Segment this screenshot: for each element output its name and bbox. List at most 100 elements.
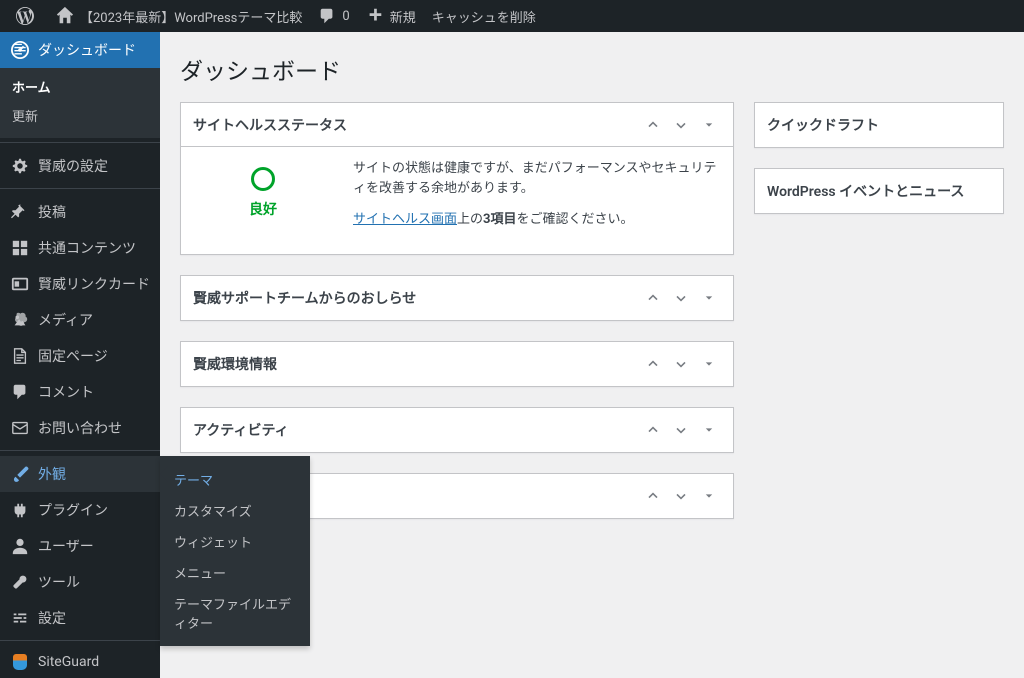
toggle-button[interactable] — [697, 352, 721, 376]
menu-keni-linkcard[interactable]: 賢威リンクカード — [0, 266, 160, 302]
postbox-events-news: WordPress イベントとニュース — [754, 168, 1004, 214]
move-up-button[interactable] — [641, 113, 665, 137]
toggle-button[interactable] — [697, 286, 721, 310]
comments-link[interactable]: 0 — [310, 0, 357, 32]
flyout-menus[interactable]: メニュー — [160, 557, 310, 588]
menu-label: 賢威リンクカード — [38, 274, 150, 294]
postbox-actions — [641, 484, 721, 508]
postbox-actions — [641, 352, 721, 376]
site-title: 【2023年最新】WordPressテーマ比較 — [80, 7, 302, 26]
page-title: ダッシュボード — [180, 52, 1004, 86]
flyout-theme-editor[interactable]: テーマファイルエディター — [160, 588, 310, 638]
move-up-button[interactable] — [641, 418, 665, 442]
postbox-header: サイトヘルスステータス — [181, 103, 733, 147]
postbox-activity: アクティビティ — [180, 407, 734, 453]
comment-icon — [318, 7, 336, 25]
menu-plugins[interactable]: プラグイン — [0, 492, 160, 528]
menu-contact[interactable]: お問い合わせ — [0, 410, 160, 446]
menu-common-contents[interactable]: 共通コンテンツ — [0, 230, 160, 266]
postbox-keni-env: 賢威環境情報 — [180, 341, 734, 387]
submenu-dashboard: ホーム 更新 — [0, 68, 160, 138]
wp-logo[interactable] — [8, 0, 48, 32]
postbox-header: 賢威環境情報 — [181, 342, 733, 386]
cache-clear-link[interactable]: キャッシュを削除 — [424, 0, 544, 32]
postbox-header: アクティビティ — [181, 408, 733, 452]
menu-siteguard[interactable]: SiteGuard — [0, 646, 160, 678]
admin-bar: 【2023年最新】WordPressテーマ比較 0 新規 キャッシュを削除 — [0, 0, 1024, 32]
move-up-button[interactable] — [641, 286, 665, 310]
admin-sidebar: ダッシュボード ホーム 更新 賢威の設定 投稿 共通コンテンツ 賢威リンクカード… — [0, 32, 160, 678]
menu-keni-settings[interactable]: 賢威の設定 — [0, 148, 160, 184]
plugin-icon — [10, 501, 30, 519]
submenu-updates[interactable]: 更新 — [0, 101, 160, 130]
move-down-button[interactable] — [669, 113, 693, 137]
postbox-title: クイックドラフト — [767, 115, 991, 135]
move-down-button[interactable] — [669, 484, 693, 508]
move-down-button[interactable] — [669, 352, 693, 376]
flyout-themes[interactable]: テーマ — [160, 464, 310, 495]
postbox-site-health: サイトヘルスステータス 良好 サイトの状態は健康ですが、まだパフォーマンスやセキ… — [180, 102, 734, 255]
submenu-home[interactable]: ホーム — [0, 72, 160, 101]
toggle-button[interactable] — [697, 113, 721, 137]
comment-count: 0 — [342, 9, 349, 24]
menu-users[interactable]: ユーザー — [0, 528, 160, 564]
postbox-title: WordPress イベントとニュース — [767, 181, 991, 201]
menu-posts[interactable]: 投稿 — [0, 194, 160, 230]
flyout-appearance: テーマ カスタマイズ ウィジェット メニュー テーマファイルエディター — [160, 456, 310, 646]
toggle-button[interactable] — [697, 484, 721, 508]
wordpress-icon — [16, 7, 34, 25]
menu-label: 設定 — [38, 608, 150, 628]
site-home-link[interactable]: 【2023年最新】WordPressテーマ比較 — [48, 0, 310, 32]
siteguard-icon — [10, 654, 30, 670]
postbox-actions — [641, 113, 721, 137]
menu-comments[interactable]: コメント — [0, 374, 160, 410]
menu-tools[interactable]: ツール — [0, 564, 160, 600]
menu-separator — [0, 636, 160, 641]
menu-settings[interactable]: 設定 — [0, 600, 160, 636]
pin-icon — [10, 203, 30, 221]
postbox-title: 賢威環境情報 — [193, 354, 641, 374]
site-health-link[interactable]: サイトヘルス画面 — [353, 212, 457, 227]
card-icon — [10, 275, 30, 293]
menu-label: 外観 — [38, 464, 150, 484]
postbox-title: 賢威サポートチームからのおしらせ — [193, 288, 641, 308]
page-icon — [10, 347, 30, 365]
flyout-customize[interactable]: カスタマイズ — [160, 495, 310, 526]
move-up-button[interactable] — [641, 484, 665, 508]
media-icon — [10, 311, 30, 329]
menu-label: ダッシュボード — [38, 40, 150, 60]
new-label: 新規 — [390, 7, 416, 26]
move-down-button[interactable] — [669, 418, 693, 442]
health-text: サイトの状態は健康ですが、まだパフォーマンスやセキュリティを改善する余地がありま… — [353, 159, 721, 242]
flyout-widgets[interactable]: ウィジェット — [160, 526, 310, 557]
move-down-button[interactable] — [669, 286, 693, 310]
menu-label: 投稿 — [38, 202, 150, 222]
toggle-button[interactable] — [697, 418, 721, 442]
postbox-header: 賢威サポートチームからのおしらせ — [181, 276, 733, 320]
cache-label: キャッシュを削除 — [432, 7, 536, 26]
menu-dashboard[interactable]: ダッシュボード — [0, 32, 160, 68]
menu-label: SiteGuard — [38, 654, 150, 670]
sliders-icon — [10, 609, 30, 627]
menu-pages[interactable]: 固定ページ — [0, 338, 160, 374]
column-right: クイックドラフト WordPress イベントとニュース — [754, 102, 1004, 539]
health-link-line: サイトヘルス画面上の3項目をご確認ください。 — [353, 210, 721, 230]
gear-icon — [10, 157, 30, 175]
menu-appearance[interactable]: 外観 テーマ カスタマイズ ウィジェット メニュー テーマファイルエディター — [0, 456, 160, 492]
mail-icon — [10, 419, 30, 437]
site-health-body: 良好 サイトの状態は健康ですが、まだパフォーマンスやセキュリティを改善する余地が… — [181, 147, 733, 254]
menu-media[interactable]: メディア — [0, 302, 160, 338]
new-content-link[interactable]: 新規 — [358, 0, 424, 32]
postbox-actions — [641, 418, 721, 442]
postbox-header: WordPress イベントとニュース — [755, 169, 1003, 213]
menu-separator — [0, 138, 160, 143]
postbox-keni-support: 賢威サポートチームからのおしらせ — [180, 275, 734, 321]
health-description: サイトの状態は健康ですが、まだパフォーマンスやセキュリティを改善する余地がありま… — [353, 159, 721, 198]
plus-icon — [366, 7, 384, 25]
menu-label: 賢威の設定 — [38, 156, 150, 176]
menu-label: ツール — [38, 572, 150, 592]
postbox-title: アクティビティ — [193, 420, 641, 440]
user-icon — [10, 537, 30, 555]
move-up-button[interactable] — [641, 352, 665, 376]
menu-separator — [0, 184, 160, 189]
